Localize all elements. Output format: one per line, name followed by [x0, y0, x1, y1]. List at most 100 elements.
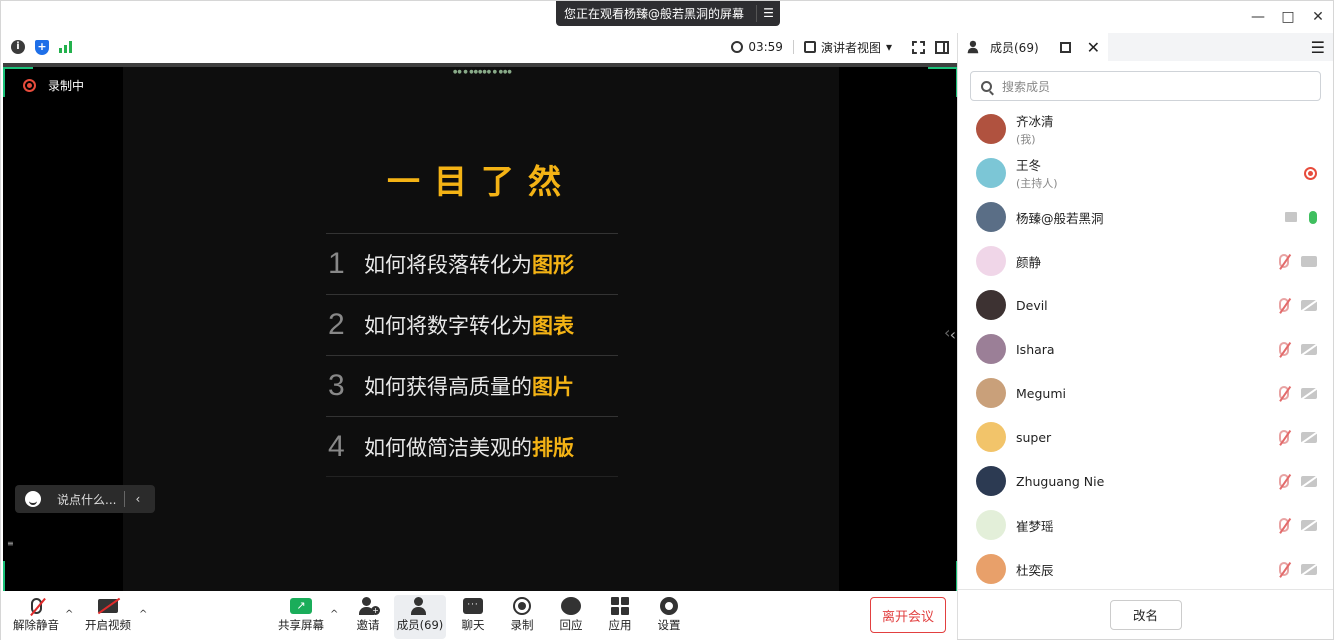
react-button[interactable]: 回应: [545, 595, 597, 639]
avatar: [976, 290, 1006, 320]
member-text: Zhuguang Nie: [1016, 474, 1104, 489]
list-item[interactable]: 崔梦瑶: [958, 503, 1333, 547]
shared-slide: 一目了然 1 如何将段落转化为图形 2 如何将数字转化为图表 3 如何获得高质量…: [123, 67, 839, 591]
meeting-info-bar: i + 03:59 演讲者视图 ▾: [1, 33, 957, 61]
chevron-left-icon[interactable]: ‹: [135, 492, 140, 506]
unmute-button[interactable]: 解除静音: [10, 595, 62, 639]
member-text: 齐冰清 (我): [1016, 111, 1054, 147]
chevron-up-icon[interactable]: ^: [139, 609, 147, 620]
mic-off-icon: [1279, 518, 1289, 532]
slide-item: 2 如何将数字转化为图表: [326, 294, 618, 355]
mic-off-icon: [1279, 474, 1289, 488]
mic-off-icon: [1279, 342, 1289, 356]
record-button[interactable]: 录制: [496, 595, 548, 639]
list-item[interactable]: 杨臻@般若黑洞: [958, 195, 1333, 239]
rename-button[interactable]: 改名: [1109, 599, 1182, 630]
member-name: 杜奕辰: [1016, 562, 1054, 578]
shield-icon[interactable]: +: [35, 39, 49, 55]
slide-item-highlight: 图形: [532, 253, 574, 277]
list-item[interactable]: 齐冰清 (我): [958, 107, 1333, 151]
divider: [792, 40, 794, 54]
slide-item-highlight: 图表: [532, 314, 574, 338]
signal-icon[interactable]: [59, 41, 72, 53]
panel-collapse-icon[interactable]: ‹: [944, 323, 950, 342]
users-icon: [967, 40, 981, 54]
chevron-up-icon[interactable]: ^: [330, 609, 338, 620]
chevron-up-icon[interactable]: ^: [65, 609, 73, 620]
avatar: [976, 246, 1006, 276]
record-icon: [513, 597, 531, 615]
avatar: [976, 378, 1006, 408]
close-window-button[interactable]: ✕: [1303, 1, 1333, 33]
member-text: Megumi: [1016, 386, 1066, 401]
slide-title: 一目了然: [387, 162, 575, 201]
drag-handle-icon[interactable]: ≡: [7, 539, 14, 548]
settings-button[interactable]: 设置: [643, 595, 695, 639]
fullscreen-icon[interactable]: [912, 40, 925, 54]
member-search-input[interactable]: 搜索成员: [970, 71, 1321, 101]
apps-icon: [611, 597, 629, 615]
list-item[interactable]: super: [958, 415, 1333, 459]
list-item[interactable]: 颜静: [958, 239, 1333, 283]
list-item[interactable]: Zhuguang Nie: [958, 459, 1333, 503]
speaker-frame-corner: [928, 67, 958, 97]
emoji-icon[interactable]: [25, 491, 41, 507]
popout-icon[interactable]: [1059, 41, 1071, 53]
camera-off-icon: [1301, 431, 1317, 443]
react-label: 回应: [559, 618, 583, 632]
mic-off-icon: [1279, 254, 1289, 268]
camera-off-icon: [98, 599, 118, 613]
menu-icon[interactable]: ☰: [1311, 38, 1325, 57]
slide-item: 4 如何做简洁美观的排版: [326, 416, 618, 477]
apps-button[interactable]: 应用: [594, 595, 646, 639]
speaker-frame-corner: [928, 561, 958, 591]
meeting-timer: 03:59: [731, 40, 783, 54]
meeting-window: 您正在观看杨臻@般若黑洞的屏幕 ☰ — □ ✕ i + 03:59 演讲者视图 …: [0, 0, 1334, 640]
list-item[interactable]: 王冬 (主持人): [958, 151, 1333, 195]
slide-item-text: 如何将段落转化为图形: [364, 253, 574, 277]
quick-chat-input[interactable]: 说点什么... ‹: [15, 485, 155, 513]
avatar: [976, 334, 1006, 364]
viewing-banner-text: 您正在观看杨臻@般若黑洞的屏幕: [564, 7, 745, 21]
share-screen-button[interactable]: ↗ 共享屏幕: [275, 595, 327, 639]
start-video-button[interactable]: 开启视频: [82, 595, 134, 639]
chat-button[interactable]: ··· 聊天: [447, 595, 499, 639]
avatar: [976, 114, 1006, 144]
member-status-icons: [1279, 518, 1317, 532]
member-status-icons: [1279, 298, 1317, 312]
invite-button[interactable]: + 邀请: [342, 595, 394, 639]
list-item[interactable]: Megumi: [958, 371, 1333, 415]
list-item[interactable]: 杜奕辰: [958, 547, 1333, 591]
participants-tab-label: 成员(69): [990, 40, 1039, 55]
collapse-panel-icon[interactable]: ‹: [950, 325, 956, 344]
slide-item: 1 如何将段落转化为图形: [326, 233, 618, 294]
participants-tab[interactable]: 成员(69) ✕: [958, 33, 1108, 61]
camera-off-icon: [1301, 387, 1317, 399]
list-icon[interactable]: ☰: [756, 5, 780, 22]
maximize-button[interactable]: □: [1273, 1, 1303, 33]
slide-item-highlight: 排版: [532, 435, 574, 460]
screen-share-icon: [1285, 212, 1297, 222]
member-name: 王冬: [1016, 158, 1042, 173]
avatar: [976, 554, 1006, 584]
slide-item-number: 4: [328, 429, 345, 463]
view-mode-label: 演讲者视图: [820, 40, 881, 55]
reaction-icon: [561, 597, 581, 615]
leave-meeting-button[interactable]: 离开会议: [870, 597, 946, 633]
list-item[interactable]: Devil: [958, 283, 1333, 327]
avatar: [976, 158, 1006, 188]
member-status-icons: [1279, 562, 1317, 576]
close-icon[interactable]: ✕: [1087, 38, 1100, 57]
member-name: Devil: [1016, 297, 1048, 313]
invite-label: 邀请: [356, 618, 380, 632]
member-text: 杨臻@般若黑洞: [1016, 208, 1104, 227]
info-icon[interactable]: i: [11, 40, 25, 54]
view-mode-button[interactable]: 演讲者视图 ▾: [803, 39, 892, 56]
sidebar-toggle-icon[interactable]: [935, 40, 949, 54]
member-role: (我): [1016, 133, 1036, 146]
share-screen-label: 共享屏幕: [278, 618, 324, 632]
minimize-button[interactable]: —: [1243, 1, 1273, 33]
participants-button[interactable]: 成员(69): [394, 595, 446, 639]
list-item[interactable]: Ishara: [958, 327, 1333, 371]
member-name: 崔梦瑶: [1016, 518, 1054, 534]
